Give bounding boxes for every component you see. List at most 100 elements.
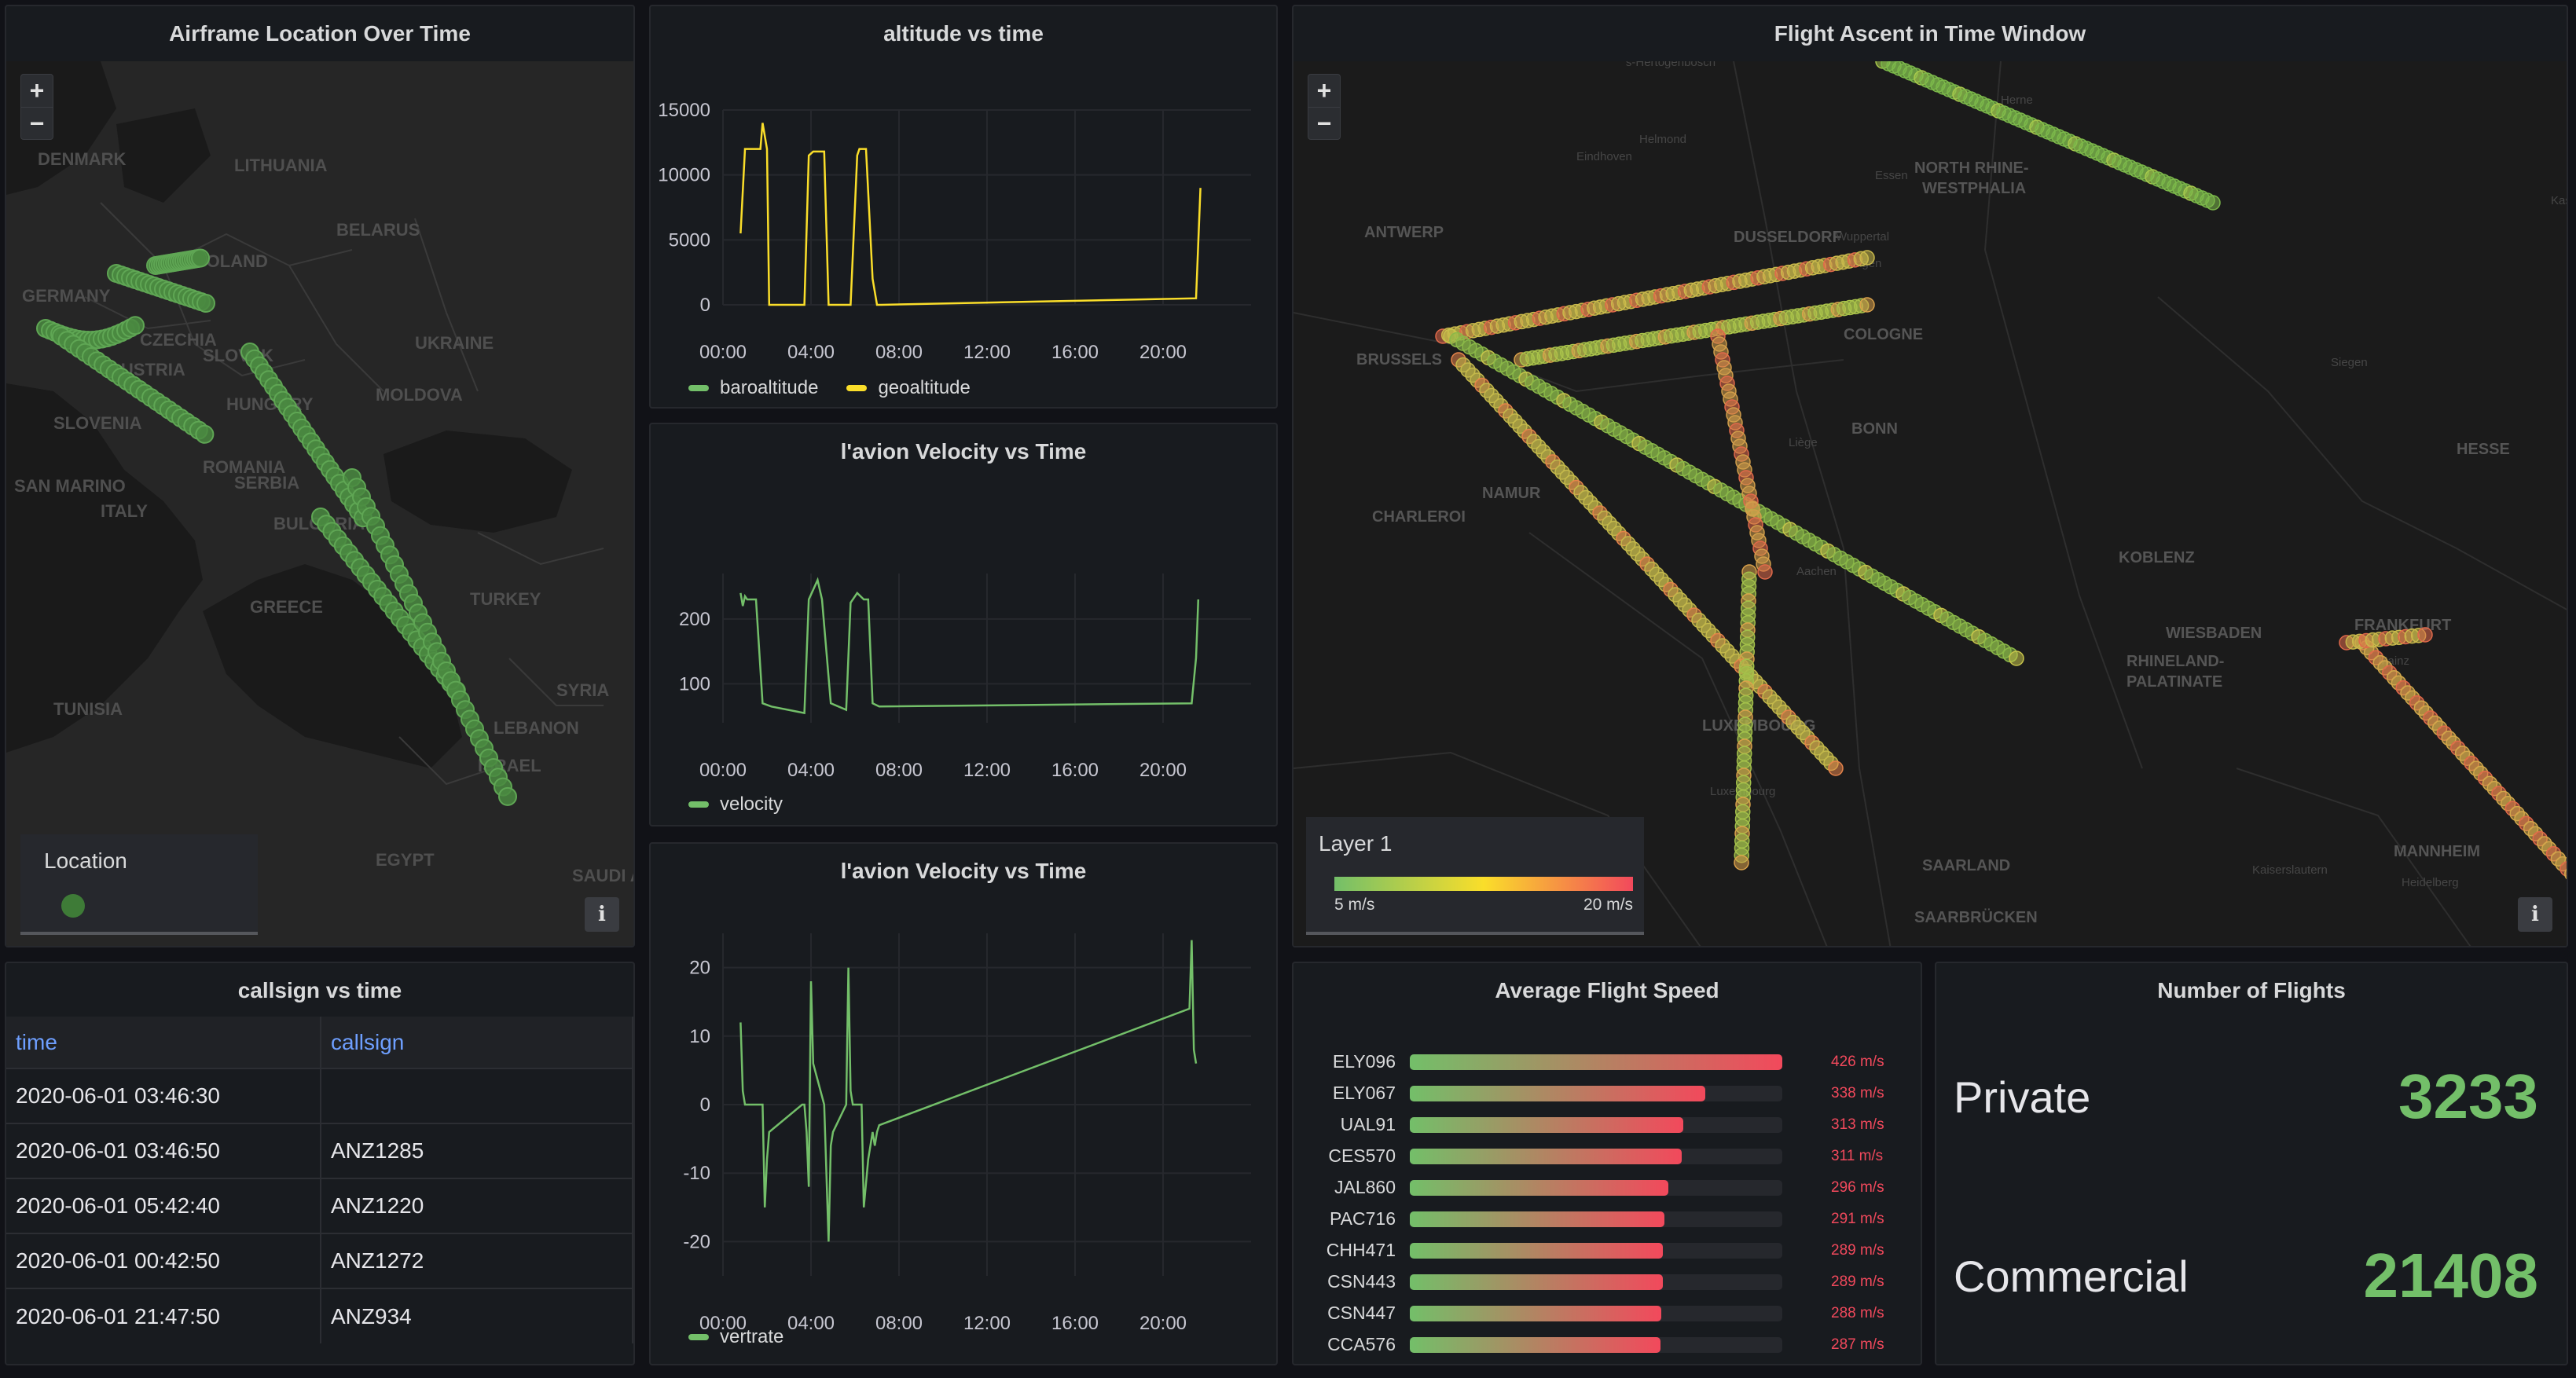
map-place-label: KOBLENZ xyxy=(2119,549,2195,566)
bar-row[interactable]: CSN443 289 m/s xyxy=(1294,1266,1921,1298)
altitude-chart[interactable]: 15000 10000 5000 0 00:00 04:00 08:00 12:00 16:00… xyxy=(651,61,1278,360)
track-point[interactable] xyxy=(1859,250,1875,266)
series-line-geoaltitude[interactable] xyxy=(739,123,1202,306)
cell-time: 2020-06-01 00:42:50 xyxy=(6,1233,321,1288)
panel-title: l'avion Velocity vs Time xyxy=(840,859,1087,883)
bar-track xyxy=(1410,1337,1782,1353)
x-tick-label: 20:00 xyxy=(1139,760,1187,778)
x-tick-label: 00:00 xyxy=(699,760,747,778)
airframe-map[interactable]: DENMARK LITHUANIA BELARUS POLAND GERMANY CZEC… xyxy=(6,61,633,946)
zoom-in-button[interactable]: + xyxy=(21,75,53,108)
map-place-label: TURKEY xyxy=(470,589,541,609)
location-marker[interactable] xyxy=(191,248,210,268)
cell-time: 2020-06-01 03:46:30 xyxy=(6,1068,321,1123)
bar-fill xyxy=(1410,1243,1663,1259)
x-tick-label: 04:00 xyxy=(787,760,835,778)
track-point[interactable] xyxy=(1757,564,1773,580)
y-tick-label: 10000 xyxy=(658,165,710,186)
private-label: Private xyxy=(1954,1072,2091,1122)
x-tick-label: 12:00 xyxy=(963,342,1011,360)
panel-title: l'avion Velocity vs Time xyxy=(840,439,1087,464)
column-header-callsign[interactable]: callsign xyxy=(321,1017,633,1068)
location-marker[interactable] xyxy=(196,294,215,313)
bar-row[interactable]: CHH7921287 m/s xyxy=(1294,1361,1921,1364)
track-point[interactable] xyxy=(1859,297,1875,313)
ascent-map-canvas[interactable]: 's-Hertogenbosch Helmond Eindhoven ANTWERP B… xyxy=(1294,61,2567,946)
map-place-label: PALATINATE xyxy=(2126,673,2222,691)
velocity-panel: l'avion Velocity vs Time 200 100 00:00 04:0… xyxy=(649,423,1278,826)
bar-row[interactable]: ELY096 426 m/s xyxy=(1294,1046,1921,1078)
x-tick-label: 12:00 xyxy=(963,760,1011,778)
x-tick-label: 08:00 xyxy=(875,760,923,778)
bar-fill xyxy=(1410,1337,1661,1353)
bar-row[interactable]: UAL91 313 m/s xyxy=(1294,1109,1921,1141)
track-point[interactable] xyxy=(2417,627,2433,643)
y-tick-label: -20 xyxy=(683,1231,710,1252)
cell-callsign xyxy=(321,1068,633,1123)
bar-track xyxy=(1410,1149,1782,1164)
bar-track xyxy=(1410,1243,1782,1259)
map-place-label: MANNHEIM xyxy=(2394,843,2480,860)
track-point[interactable] xyxy=(1734,855,1749,870)
map-place-label: SLOVENIA xyxy=(53,413,142,433)
table-row[interactable]: 2020-06-01 03:46:30 xyxy=(6,1068,633,1123)
map-place-label: MOLDOVA xyxy=(376,385,463,405)
bar-value: 426 m/s xyxy=(1831,1054,1884,1070)
zoom-in-button[interactable]: + xyxy=(1308,75,1340,108)
bar-label: ELY096 xyxy=(1332,1051,1396,1072)
panel-title: altitude vs time xyxy=(883,21,1044,46)
bar-row[interactable]: PAC716 291 m/s xyxy=(1294,1204,1921,1235)
legend-min-label: 5 m/s xyxy=(1334,896,1375,914)
bar-row[interactable]: JAL860 296 m/s xyxy=(1294,1172,1921,1204)
table-row[interactable]: 2020-06-01 03:46:50 ANZ1285 xyxy=(6,1123,633,1178)
info-button[interactable]: i xyxy=(585,897,619,932)
map-place-label: TUNISIA xyxy=(53,699,123,719)
x-tick-label: 16:00 xyxy=(1051,1313,1099,1331)
zoom-out-button[interactable]: − xyxy=(21,108,53,141)
legend-item-velocity[interactable]: velocity xyxy=(688,793,783,815)
ascent-map[interactable]: 's-Hertogenbosch Helmond Eindhoven ANTWERP B… xyxy=(1294,61,2567,946)
cell-callsign: ANZ1220 xyxy=(321,1178,633,1233)
airframe-map-canvas[interactable]: DENMARK LITHUANIABELARUSPOLANDGERMANYCZEC… xyxy=(6,61,633,946)
bar-row[interactable]: CHH471 289 m/s xyxy=(1294,1235,1921,1266)
series-line-velocity[interactable] xyxy=(739,577,1200,715)
legend-item-vertrate[interactable]: vertrate xyxy=(688,1326,783,1348)
legend-item-geoaltitude[interactable]: geoaltitude xyxy=(846,377,971,399)
zoom-out-button[interactable]: − xyxy=(1308,108,1340,141)
map-legend: Location xyxy=(20,834,258,935)
cell-callsign: ANZ934 xyxy=(321,1288,633,1343)
map-place-label: NORTH RHINE- xyxy=(1914,159,2029,177)
info-button[interactable]: i xyxy=(2518,897,2552,932)
map-place-label: CHARLEROI xyxy=(1372,508,1466,526)
bar-row[interactable]: CSN447 288 m/s xyxy=(1294,1298,1921,1329)
track-point[interactable] xyxy=(2205,195,2221,211)
location-marker[interactable] xyxy=(498,786,517,806)
legend-label: velocity xyxy=(720,793,783,815)
bar-row[interactable]: CES570 311 m/s xyxy=(1294,1141,1921,1172)
x-tick-label: 08:00 xyxy=(875,342,923,360)
vertrate-panel: l'avion Velocity vs Time 20 10 0 -10 -20 00:0… xyxy=(649,842,1278,1365)
table-row[interactable]: 2020-06-01 00:42:50 ANZ1272 xyxy=(6,1233,633,1288)
bar-track xyxy=(1410,1054,1782,1070)
bar-row[interactable]: ELY067 338 m/s xyxy=(1294,1078,1921,1109)
location-marker[interactable] xyxy=(126,316,145,335)
bar-track xyxy=(1410,1086,1782,1101)
table-row[interactable]: 2020-06-01 05:42:40 ANZ1220 xyxy=(6,1178,633,1233)
vertrate-chart[interactable]: 20100-10-2000:00 04:00 08:00 12:00 16:00 20:0… xyxy=(651,899,1278,1331)
velocity-chart[interactable]: 200 100 00:00 04:00 08:00 12:00 16:00 20:00 xyxy=(651,479,1278,778)
track-point[interactable] xyxy=(2009,651,2024,666)
bar-track xyxy=(1410,1274,1782,1290)
series-line-vertrate[interactable] xyxy=(739,940,1198,1242)
y-tick-label: 0 xyxy=(700,295,710,316)
table-row[interactable]: 2020-06-01 21:47:50 ANZ934 xyxy=(6,1288,633,1343)
map-place-label: Eindhoven xyxy=(1576,150,1632,163)
x-tick-label: 00:00 xyxy=(699,342,747,360)
location-marker[interactable] xyxy=(195,424,215,444)
column-header-time[interactable]: time xyxy=(6,1017,321,1068)
bar-row[interactable]: CCA576 287 m/s xyxy=(1294,1329,1921,1361)
track-point[interactable] xyxy=(1828,760,1844,776)
legend-item-baroaltitude[interactable]: baroaltitude xyxy=(688,377,818,399)
map-place-label: BELARUS xyxy=(336,220,420,240)
map-place-label: UKRAINE xyxy=(415,333,494,353)
map-place-label: Kaiserslautern xyxy=(2252,863,2328,877)
